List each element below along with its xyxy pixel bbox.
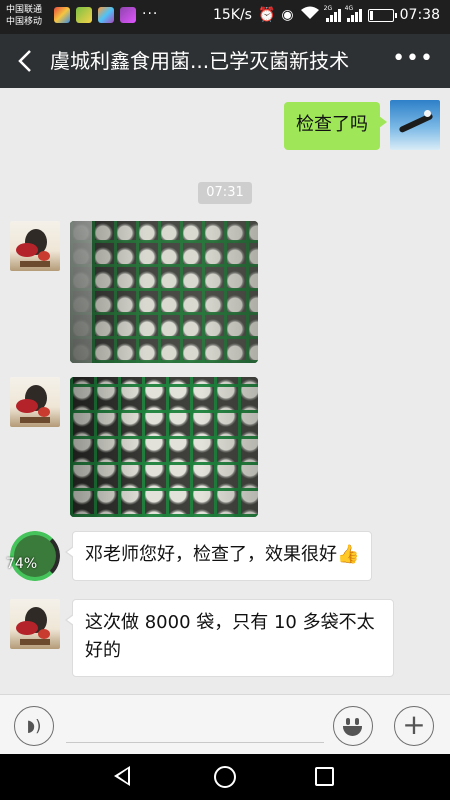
more-attachments-button[interactable]: + <box>394 706 434 746</box>
wifi-icon <box>300 6 320 24</box>
contact-avatar[interactable] <box>10 221 60 271</box>
battery-icon <box>367 8 397 22</box>
message-text: 邓老师您好，检查了，效果很好 <box>85 544 337 565</box>
eye-comfort-icon: ◉ <box>281 7 294 23</box>
network-speed: 15K/s <box>212 7 252 23</box>
more-notifications-icon: ··· <box>142 6 159 22</box>
thumbs-up-emoji: 👍 <box>337 544 360 565</box>
carrier-1: 中国联通 <box>6 5 43 15</box>
voice-input-button[interactable]: ◗) <box>14 706 54 746</box>
message-timestamp: 07:31 <box>198 182 252 204</box>
app-notification-icon <box>54 7 70 23</box>
alarm-icon: ⏰ <box>257 7 276 23</box>
system-navigation-bar <box>0 754 450 800</box>
incoming-message-bubble[interactable]: 这次做 8000 袋，只有 10 多袋不太好的 <box>65 599 394 677</box>
status-bar: 中国联通 中国移动 ··· 15K/s ⏰ ◉ 2G 4G 07:38 <box>0 0 450 34</box>
contact-avatar[interactable] <box>10 599 60 649</box>
incoming-image-message[interactable] <box>70 377 258 517</box>
network-type-2: 4G <box>344 5 354 12</box>
carrier-2: 中国移动 <box>6 17 43 27</box>
emoji-icon <box>346 718 350 725</box>
emoji-button[interactable] <box>333 706 373 746</box>
more-options-icon[interactable]: ••• <box>392 46 434 71</box>
notification-icons <box>54 7 136 23</box>
voice-icon: ◗) <box>26 716 42 735</box>
signal-icon: 2G <box>323 5 341 22</box>
chat-title: 虞城利鑫食用菌...已学灭菌新技术 <box>50 49 350 73</box>
my-avatar[interactable] <box>390 100 440 150</box>
plus-icon: + <box>402 708 426 741</box>
clock: 07:38 <box>399 7 440 23</box>
outgoing-message-bubble[interactable]: 检查了吗 <box>284 102 387 150</box>
carrier-labels: 中国联通 中国移动 <box>6 4 42 28</box>
incoming-message-bubble[interactable]: 邓老师您好，检查了，效果很好👍 <box>64 531 373 581</box>
chat-header: 虞城利鑫食用菌...已学灭菌新技术 ••• <box>0 34 450 88</box>
upload-progress-label: 74% <box>6 556 38 572</box>
signal-icon: 4G <box>344 5 362 22</box>
message-input-bar: ◗) + <box>0 694 450 754</box>
message-text: 这次做 8000 袋，只有 10 多袋不太好的 <box>85 612 375 661</box>
incoming-image-message[interactable] <box>70 221 258 363</box>
message-input[interactable] <box>66 709 324 743</box>
system-home-icon[interactable] <box>214 766 236 788</box>
message-list[interactable]: 检查了吗 07:31 邓老师您好，检查了，效果很好👍 这次做 8000 袋，只有… <box>0 88 450 694</box>
contact-avatar[interactable] <box>10 377 60 427</box>
app-notification-icon <box>120 7 136 23</box>
system-recents-icon[interactable] <box>315 767 334 786</box>
app-notification-icon <box>98 7 114 23</box>
network-type-1: 2G <box>323 5 333 12</box>
back-icon[interactable] <box>14 48 38 74</box>
message-text: 检查了吗 <box>296 114 368 135</box>
app-notification-icon <box>76 7 92 23</box>
